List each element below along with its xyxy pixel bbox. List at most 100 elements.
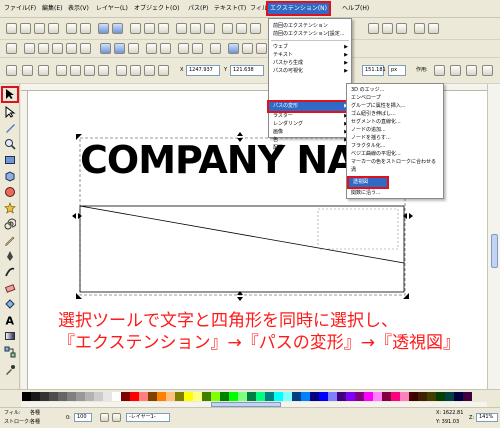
pen-tool-icon[interactable] xyxy=(4,250,16,262)
rotate-ccw-icon[interactable] xyxy=(56,65,67,76)
select-all-layers-icon[interactable] xyxy=(22,65,33,76)
color-swatch[interactable] xyxy=(229,392,238,401)
menu-item-images[interactable]: 画像▶ xyxy=(269,128,351,136)
color-swatch[interactable] xyxy=(148,392,157,401)
color-swatch[interactable] xyxy=(184,392,193,401)
deselect-icon[interactable] xyxy=(38,65,49,76)
calligraphy-tool-icon[interactable] xyxy=(4,266,16,278)
menu-item-arrange[interactable]: 配置▶ xyxy=(269,144,351,152)
vertical-scroll-thumb[interactable] xyxy=(491,234,498,268)
transform-pattern-icon[interactable] xyxy=(482,65,493,76)
menu-item-color[interactable]: 色▶ xyxy=(269,136,351,144)
color-swatch[interactable] xyxy=(418,392,427,401)
menu-layer[interactable]: レイヤー(L) xyxy=(94,3,130,14)
color-swatch[interactable] xyxy=(355,392,364,401)
menu-item-pattern-along-path[interactable]: 関数に沿う... xyxy=(347,189,443,197)
fill-value[interactable]: 各種 xyxy=(30,409,40,417)
snap-paths-icon[interactable] xyxy=(114,43,125,54)
menu-item-flatten-beziers[interactable]: ベジエ曲線の平坦化... xyxy=(347,150,443,158)
connector-tool-icon[interactable] xyxy=(4,346,16,358)
color-swatch[interactable] xyxy=(256,392,265,401)
spiral-tool-icon[interactable] xyxy=(4,218,16,230)
paste-icon[interactable] xyxy=(158,23,169,34)
color-swatch[interactable] xyxy=(121,392,130,401)
clone-icon[interactable] xyxy=(236,23,247,34)
save-icon[interactable] xyxy=(34,23,45,34)
menu-item-modify-path[interactable]: パスの変形▶ xyxy=(267,100,353,113)
color-swatch[interactable] xyxy=(382,392,391,401)
cut-icon[interactable] xyxy=(144,23,155,34)
menu-item-text[interactable]: テキスト ▶ xyxy=(269,51,351,59)
color-swatch[interactable] xyxy=(292,392,301,401)
snap-midpoint-icon[interactable] xyxy=(66,43,77,54)
eraser-tool-icon[interactable] xyxy=(4,282,16,294)
color-swatch[interactable] xyxy=(319,392,328,401)
snap-object-midpoint-icon[interactable] xyxy=(178,43,189,54)
text-font-icon[interactable] xyxy=(382,23,393,34)
color-swatch[interactable] xyxy=(175,392,184,401)
menu-item-fractalize[interactable]: フラクタル化... xyxy=(347,142,443,150)
color-swatch[interactable] xyxy=(211,392,220,401)
color-swatch[interactable] xyxy=(103,392,112,401)
color-swatch[interactable] xyxy=(31,392,40,401)
menu-text[interactable]: テキスト(T) xyxy=(212,3,248,14)
color-swatch[interactable] xyxy=(409,392,418,401)
layer-select[interactable]: -レイヤー1- xyxy=(126,413,170,422)
y-input[interactable]: 121.638 xyxy=(230,65,264,76)
new-document-icon[interactable] xyxy=(6,23,17,34)
snap-bbox-icon[interactable] xyxy=(24,43,35,54)
dropper-tool-icon[interactable] xyxy=(4,364,16,376)
menu-item-add-group-attrs[interactable]: グループに属性を挿入... xyxy=(347,102,443,110)
x-input[interactable]: 1247.937 xyxy=(186,65,220,76)
color-swatch[interactable] xyxy=(157,392,166,401)
color-swatch[interactable] xyxy=(310,392,319,401)
menu-item-raster[interactable]: ラスター▶ xyxy=(269,112,351,120)
lower-icon[interactable] xyxy=(144,65,155,76)
flip-vertical-icon[interactable] xyxy=(98,65,109,76)
snap-smooth-icon[interactable] xyxy=(146,43,157,54)
snap-center-icon[interactable] xyxy=(80,43,91,54)
snap-rotation-center-icon[interactable] xyxy=(192,43,203,54)
zoom-page-icon[interactable] xyxy=(204,23,215,34)
snap-corner-icon[interactable] xyxy=(52,43,63,54)
node-tool-icon[interactable] xyxy=(4,106,16,118)
color-swatch[interactable] xyxy=(166,392,175,401)
color-swatch[interactable] xyxy=(220,392,229,401)
pencil-tool-icon[interactable] xyxy=(4,234,16,246)
snap-page-icon[interactable] xyxy=(210,43,221,54)
align-icon[interactable] xyxy=(414,23,425,34)
snap-text-baseline-icon[interactable] xyxy=(256,43,267,54)
export-icon[interactable] xyxy=(80,23,91,34)
menu-path[interactable]: パス(P) xyxy=(186,3,210,14)
stroke-value[interactable]: 各種 xyxy=(30,418,40,426)
layer-lock-icon[interactable] xyxy=(112,413,121,422)
menu-item-straighten-segments[interactable]: セグメントの直線化... xyxy=(347,118,443,126)
zoom-input[interactable]: 141% xyxy=(476,413,498,422)
flip-horizontal-icon[interactable] xyxy=(84,65,95,76)
menu-item-jitter-nodes[interactable]: ノードを揺らす... xyxy=(347,134,443,142)
color-swatch[interactable] xyxy=(427,392,436,401)
color-swatch[interactable] xyxy=(247,392,256,401)
menu-help[interactable]: ヘルプ(H) xyxy=(340,3,371,14)
selector-tool-icon[interactable] xyxy=(4,88,16,100)
rectangle-object[interactable] xyxy=(78,205,408,295)
color-swatch[interactable] xyxy=(337,392,346,401)
menu-item-envelope[interactable]: エンベロープ xyxy=(347,94,443,102)
color-swatch[interactable] xyxy=(346,392,355,401)
paint-bucket-tool-icon[interactable] xyxy=(4,298,16,310)
color-swatch[interactable] xyxy=(40,392,49,401)
snap-grid-icon[interactable] xyxy=(228,43,239,54)
color-swatch[interactable] xyxy=(130,392,139,401)
menu-item-3d-edges[interactable]: 3D のエッジ... xyxy=(347,86,443,94)
menu-item-render[interactable]: レンダリング▶ xyxy=(269,120,351,128)
import-icon[interactable] xyxy=(66,23,77,34)
vertical-scrollbar[interactable] xyxy=(487,84,500,389)
color-swatch[interactable] xyxy=(76,392,85,401)
color-swatch[interactable] xyxy=(193,392,202,401)
snap-edge-icon[interactable] xyxy=(38,43,49,54)
menu-item-add-nodes[interactable]: ノードの追加... xyxy=(347,126,443,134)
menu-item-color-markers[interactable]: マーカーの色をストロークに合わせる xyxy=(347,158,443,166)
vertical-ruler[interactable] xyxy=(21,91,28,389)
star-tool-icon[interactable] xyxy=(4,202,16,214)
color-swatch[interactable] xyxy=(49,392,58,401)
